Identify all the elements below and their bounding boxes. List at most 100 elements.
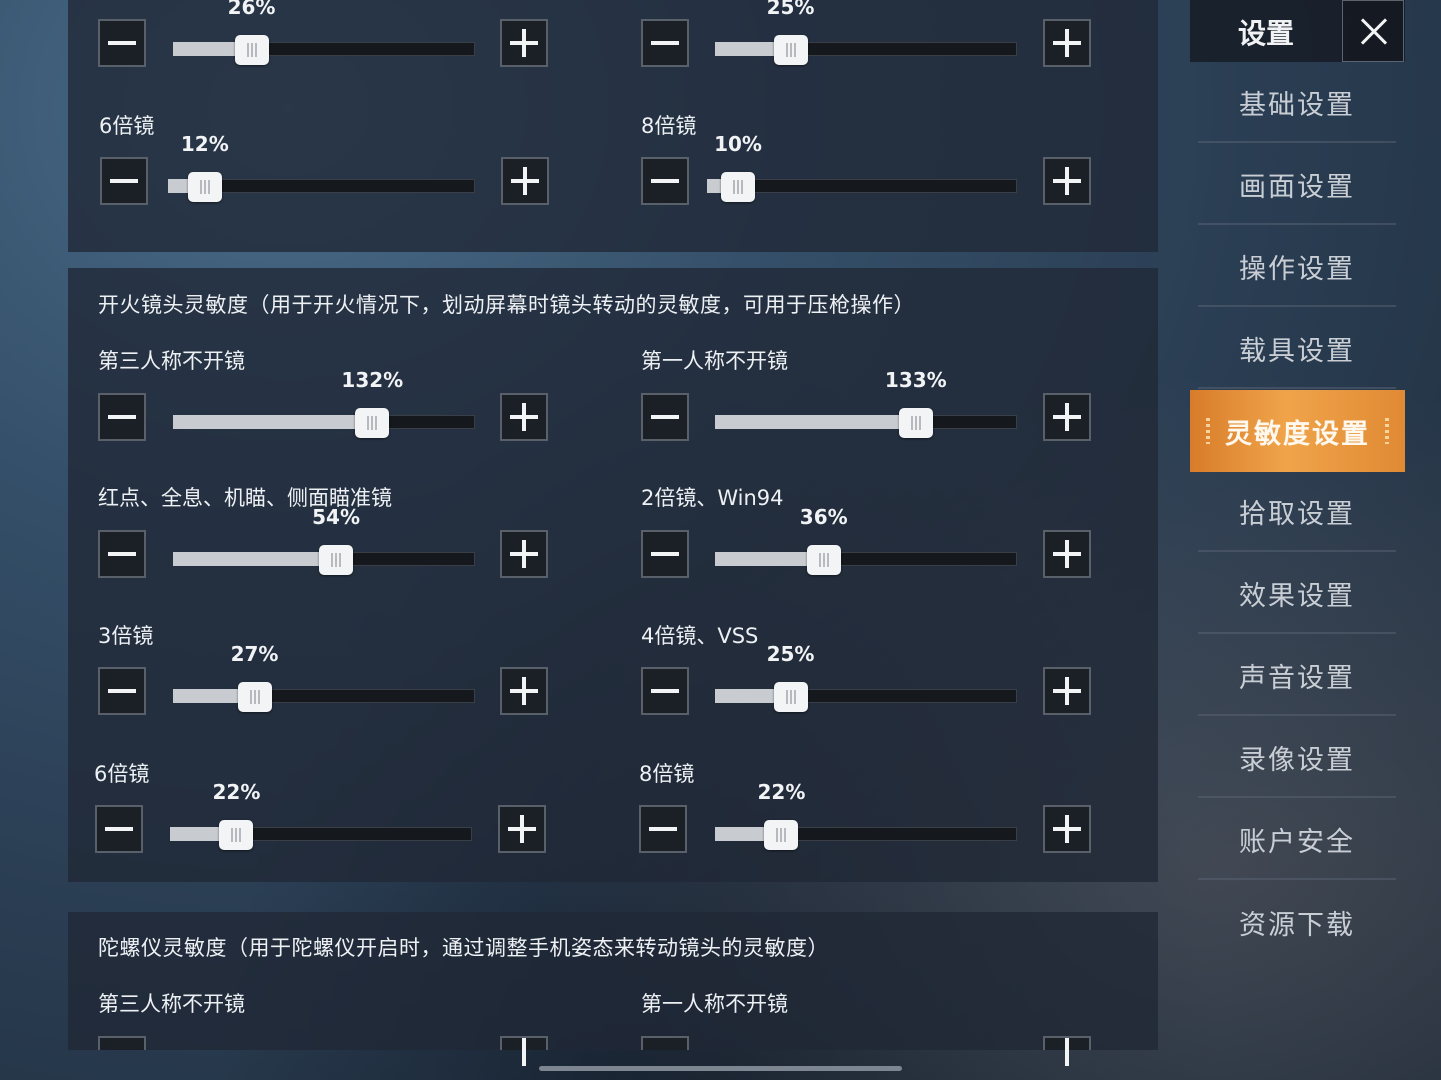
gyro-section-title: 陀螺仪灵敏度（用于陀螺仪开启时，通过调整手机姿态来转动镜头的灵敏度） xyxy=(98,936,829,960)
minus-icon xyxy=(108,689,136,693)
increase-button[interactable] xyxy=(500,667,548,715)
sidebar-item-recording[interactable]: 录像设置 xyxy=(1198,718,1396,798)
sidebar-item-controls[interactable]: 操作设置 xyxy=(1198,227,1396,307)
decrease-button[interactable] xyxy=(641,1036,689,1050)
slider-value: 27% xyxy=(230,642,279,666)
minus-icon xyxy=(651,552,679,556)
slider-label: 6倍镜 xyxy=(99,114,155,138)
slider-thumb[interactable] xyxy=(721,172,755,202)
minus-icon xyxy=(108,415,136,419)
slider-label: 8倍镜 xyxy=(639,762,695,786)
slider-thumb[interactable] xyxy=(773,35,808,65)
decrease-button[interactable] xyxy=(95,805,143,853)
sidebar-item-pickup[interactable]: 拾取设置 xyxy=(1198,472,1396,552)
minus-icon xyxy=(651,179,679,183)
sensitivity-slider[interactable]: 133% xyxy=(715,368,1017,438)
slider-value: 25% xyxy=(766,0,815,19)
decrease-button[interactable] xyxy=(641,393,689,441)
sidebar-item-download[interactable]: 资源下载 xyxy=(1198,882,1396,962)
slider-thumb[interactable] xyxy=(806,545,841,575)
minus-icon xyxy=(108,552,136,556)
increase-button[interactable] xyxy=(1043,805,1091,853)
sidebar-item-graphics[interactable]: 画面设置 xyxy=(1198,145,1396,225)
minus-icon xyxy=(649,827,677,831)
slider-value: 22% xyxy=(212,780,261,804)
slider-value: 25% xyxy=(766,642,815,666)
minus-icon xyxy=(651,41,679,45)
slider-value: 22% xyxy=(757,780,806,804)
plus-icon xyxy=(1065,1038,1069,1066)
decrease-button[interactable] xyxy=(641,530,689,578)
decrease-button[interactable] xyxy=(639,805,687,853)
slider-value: 54% xyxy=(312,505,361,529)
sensitivity-slider[interactable]: 36% xyxy=(715,505,1017,575)
minus-icon xyxy=(105,827,133,831)
decrease-button[interactable] xyxy=(98,530,146,578)
sidebar-item-audio[interactable]: 声音设置 xyxy=(1198,636,1396,716)
minus-icon xyxy=(651,415,679,419)
sensitivity-slider[interactable]: 12% xyxy=(168,132,475,202)
minus-icon xyxy=(651,689,679,693)
decrease-button[interactable] xyxy=(98,393,146,441)
increase-button[interactable] xyxy=(500,19,548,67)
increase-button[interactable] xyxy=(500,530,548,578)
increase-button[interactable] xyxy=(1043,1036,1091,1066)
slider-value: 26% xyxy=(227,0,276,19)
sidebar-item-effects[interactable]: 效果设置 xyxy=(1198,554,1396,634)
plus-icon xyxy=(522,1038,526,1066)
decrease-button[interactable] xyxy=(98,667,146,715)
slider-thumb[interactable] xyxy=(319,545,354,575)
sensitivity-slider[interactable]: 132% xyxy=(173,368,475,438)
sidebar-item-account[interactable]: 账户安全 xyxy=(1198,800,1396,880)
slider-thumb[interactable] xyxy=(764,820,799,850)
decrease-button[interactable] xyxy=(98,19,146,67)
minus-icon xyxy=(110,179,138,183)
sensitivity-slider[interactable]: 54% xyxy=(173,505,475,575)
decrease-button[interactable] xyxy=(641,157,689,205)
sensitivity-slider[interactable]: 25% xyxy=(715,642,1017,712)
slider-thumb[interactable] xyxy=(219,820,254,850)
slider-value: 10% xyxy=(714,132,762,156)
sensitivity-slider[interactable]: 22% xyxy=(170,780,472,850)
increase-button[interactable] xyxy=(1043,393,1091,441)
increase-button[interactable] xyxy=(1043,157,1091,205)
sensitivity-slider[interactable]: 27% xyxy=(173,642,475,712)
fire-section-title: 开火镜头灵敏度（用于开火情况下，划动屏幕时镜头转动的灵敏度，可用于压枪操作） xyxy=(98,293,915,317)
increase-button[interactable] xyxy=(1043,530,1091,578)
slider-thumb[interactable] xyxy=(773,682,808,712)
sensitivity-slider[interactable]: 26% xyxy=(173,0,475,65)
sidebar-item-sensitivity[interactable]: 灵敏度设置 xyxy=(1190,390,1405,472)
sensitivity-slider[interactable]: 10% xyxy=(707,132,1017,202)
slider-label: 6倍镜 xyxy=(94,762,150,786)
slider-label: 8倍镜 xyxy=(641,114,697,138)
sidebar-item-basic[interactable]: 基础设置 xyxy=(1198,63,1396,143)
slider-thumb[interactable] xyxy=(237,682,272,712)
increase-button[interactable] xyxy=(500,1036,548,1066)
sensitivity-slider[interactable]: 22% xyxy=(715,780,1017,850)
decrease-button[interactable] xyxy=(641,667,689,715)
slider-thumb[interactable] xyxy=(355,408,390,438)
grip-icon xyxy=(1385,418,1389,444)
slider-fill xyxy=(715,415,916,429)
slider-thumb[interactable] xyxy=(187,172,222,202)
slider-label: 3倍镜 xyxy=(98,624,154,648)
increase-button[interactable] xyxy=(1043,19,1091,67)
minus-icon xyxy=(108,41,136,45)
slider-value: 12% xyxy=(180,132,229,156)
increase-button[interactable] xyxy=(1043,667,1091,715)
sensitivity-slider[interactable]: 25% xyxy=(715,0,1017,65)
decrease-button[interactable] xyxy=(100,157,148,205)
slider-thumb[interactable] xyxy=(234,35,269,65)
decrease-button[interactable] xyxy=(98,1036,146,1050)
close-icon[interactable] xyxy=(1342,0,1404,62)
sidebar-item-vehicle[interactable]: 载具设置 xyxy=(1198,309,1396,389)
decrease-button[interactable] xyxy=(641,19,689,67)
increase-button[interactable] xyxy=(498,805,546,853)
sidebar-header: 设置 xyxy=(1190,0,1405,62)
increase-button[interactable] xyxy=(501,157,549,205)
increase-button[interactable] xyxy=(500,393,548,441)
slider-value: 36% xyxy=(799,505,848,529)
slider-value: 132% xyxy=(341,368,404,392)
slider-thumb[interactable] xyxy=(898,408,933,438)
sidebar-title: 设置 xyxy=(1238,17,1295,50)
